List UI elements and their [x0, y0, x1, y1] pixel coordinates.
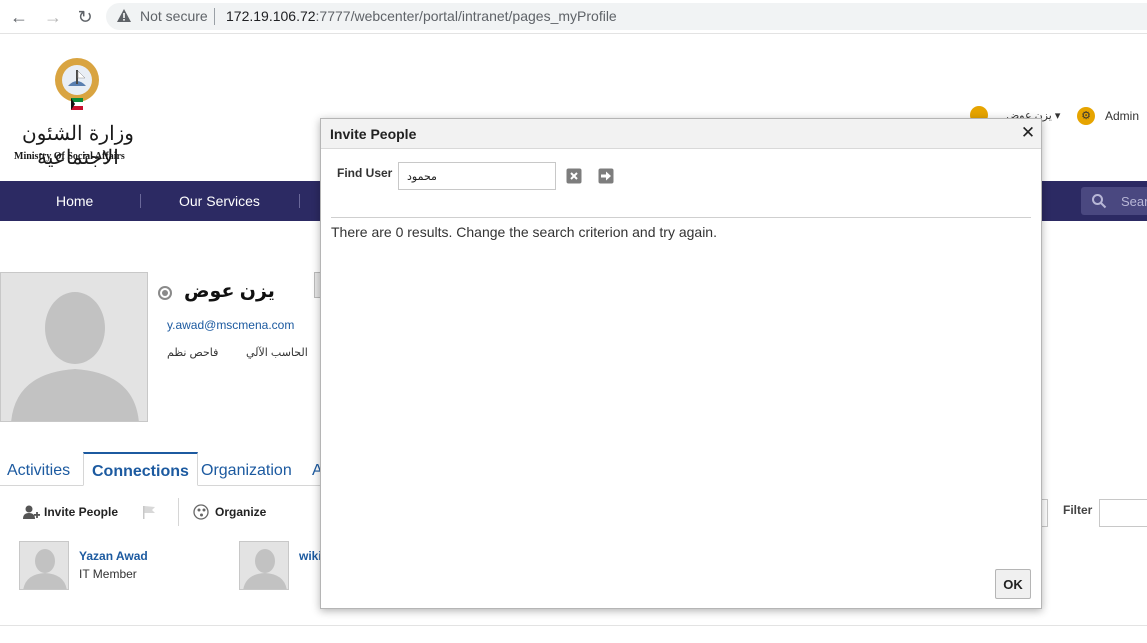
profile-department: الحاسب الآلي — [246, 347, 308, 359]
flag-icon[interactable] — [140, 504, 158, 520]
avatar-silhouette-icon — [23, 549, 67, 589]
search-icon — [1092, 194, 1107, 209]
connection-role: IT Member — [79, 567, 137, 581]
organize-button[interactable]: Organize — [215, 505, 266, 519]
profile-tabs: Activities Connections Organization A — [0, 452, 323, 486]
forward-icon[interactable]: → — [42, 6, 64, 28]
profile-email-link[interactable]: y.awad@mscmena.com — [167, 318, 294, 332]
organize-icon[interactable] — [193, 504, 211, 520]
tab-activities[interactable]: Activities — [7, 462, 70, 480]
tab-connections[interactable]: Connections — [83, 452, 198, 486]
filter-input[interactable] — [1099, 499, 1147, 527]
toolbar-divider — [178, 498, 179, 526]
back-icon[interactable]: ← — [8, 6, 30, 28]
close-icon[interactable]: ✕ — [1019, 123, 1037, 143]
find-user-label: Find User — [337, 166, 393, 180]
url-host: 172.19.106.72 — [226, 8, 316, 24]
url-text: 172.19.106.72:7777/webcenter/portal/intr… — [226, 8, 617, 24]
admin-link[interactable]: Admin — [1105, 109, 1139, 123]
nav-item-our-services[interactable]: Our Services — [179, 193, 260, 209]
footer-divider — [0, 625, 1147, 626]
kuwait-emblem-icon — [55, 58, 99, 110]
avatar-silhouette-icon — [11, 292, 139, 421]
add-user-icon[interactable] — [22, 504, 40, 520]
connection-name-link[interactable]: Yazan Awad — [79, 549, 148, 563]
profile-job-title: فاحص نظم — [167, 347, 219, 359]
connection-name-link[interactable]: wiki — [299, 549, 322, 563]
search-placeholder: Sear — [1121, 194, 1147, 209]
nav-separator — [299, 194, 300, 208]
search-results-message: There are 0 results. Change the search c… — [331, 224, 717, 240]
nav-separator — [140, 194, 141, 208]
profile-name: يزن عوض — [184, 281, 275, 302]
security-label: Not secure — [140, 8, 208, 24]
go-arrow-icon[interactable] — [598, 168, 614, 184]
profile-avatar — [0, 272, 148, 422]
filter-label: Filter — [1063, 503, 1093, 517]
gear-icon[interactable]: ⚙ — [1077, 107, 1095, 125]
find-user-input[interactable] — [398, 162, 556, 190]
warning-icon — [117, 9, 131, 22]
dialog-header: Invite People ✕ — [321, 119, 1041, 149]
tab-organization[interactable]: Organization — [201, 462, 292, 480]
url-path: :7777/webcenter/portal/intranet/pages_my… — [315, 8, 617, 24]
connection-avatar[interactable] — [239, 541, 289, 590]
site-search-input[interactable]: Sear — [1081, 187, 1147, 215]
omnibox-divider — [214, 8, 215, 25]
browser-toolbar: ← → ↻ Not secure 172.19.106.72:7777/webc… — [0, 0, 1147, 34]
reload-icon[interactable]: ↻ — [74, 6, 96, 28]
presence-status-icon — [158, 286, 172, 300]
dialog-divider — [331, 217, 1031, 218]
invite-people-button[interactable]: Invite People — [44, 505, 118, 519]
nav-item-home[interactable]: Home — [56, 193, 93, 209]
address-bar[interactable]: Not secure 172.19.106.72:7777/webcenter/… — [106, 3, 1147, 30]
ok-button[interactable]: OK — [995, 569, 1031, 599]
clear-search-icon[interactable] — [566, 168, 582, 184]
dialog-title: Invite People — [330, 126, 417, 142]
logo-text-english: Ministry Of Social Affairs — [14, 151, 125, 162]
invite-people-dialog: Invite People ✕ Find User There are 0 re… — [320, 118, 1042, 609]
avatar-silhouette-icon — [243, 549, 287, 589]
connection-avatar[interactable] — [19, 541, 69, 590]
